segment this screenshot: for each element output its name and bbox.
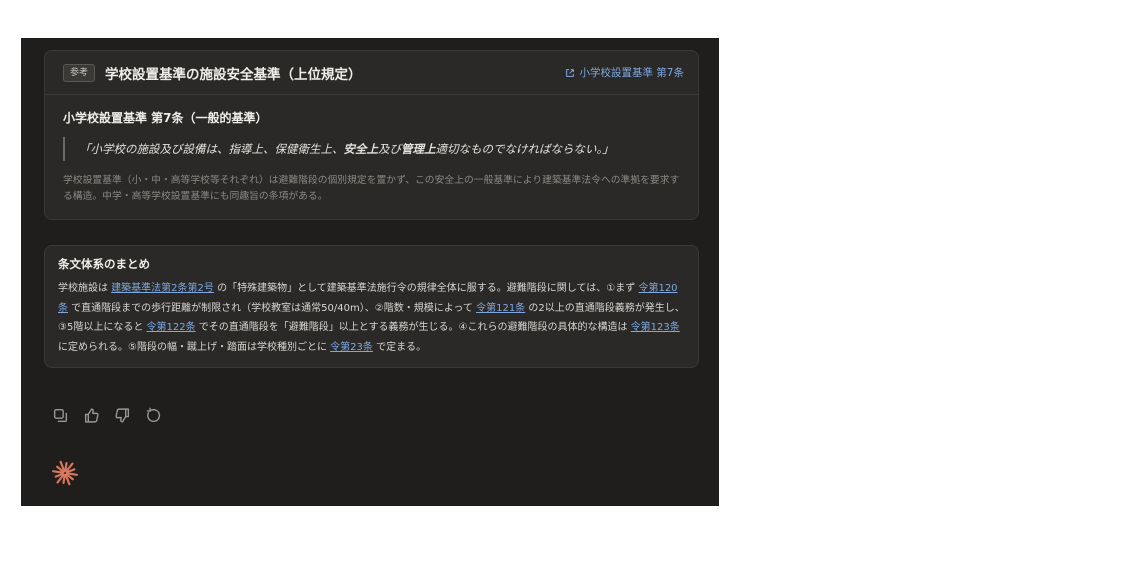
reference-note: 学校設置基準（小・中・高等学校等それぞれ）は避難階段の個別規定を置かず、この安全… bbox=[63, 175, 680, 202]
quote-emphasis-management: 管理上 bbox=[401, 142, 436, 156]
reference-card: 参考 学校設置基準の施設安全基準（上位規定） 小学校設置基準 第7条 小学校設置… bbox=[44, 50, 699, 220]
summary-text: で直通階段までの歩行距離が制限され（学校教室は通常50/40m）、②階数・規模に… bbox=[68, 302, 477, 314]
copy-button[interactable] bbox=[52, 407, 69, 424]
link-order-23[interactable]: 令第23条 bbox=[330, 342, 373, 353]
link-order-123[interactable]: 令第123条 bbox=[631, 322, 680, 333]
reference-link-label: 小学校設置基準 第7条 bbox=[579, 67, 684, 79]
thumbs-up-icon bbox=[84, 408, 99, 423]
reference-card-body: 小学校設置基準 第7条（一般的基準） 「小学校の施設及び設備は、指導上、保健衛生… bbox=[45, 95, 698, 205]
summary-title: 条文体系のまとめ bbox=[58, 257, 150, 271]
retry-button[interactable] bbox=[145, 407, 162, 424]
summary-text: でその直通階段を「避難階段」以上とする義務が生じる。④これらの避難階段の具体的な… bbox=[195, 322, 631, 333]
reference-badge: 参考 bbox=[63, 63, 96, 82]
quote-emphasis-safety: 安全上 bbox=[343, 142, 379, 156]
article-quote: 「小学校の施設及び設備は、指導上、保健衛生上、安全上及び管理上適切なものでなけれ… bbox=[63, 137, 680, 161]
link-building-standards-act-2-2[interactable]: 建築基準法第2条第2号 bbox=[111, 283, 214, 294]
link-order-122[interactable]: 令第122条 bbox=[147, 322, 196, 333]
retry-icon bbox=[146, 407, 161, 423]
thumbs-down-icon bbox=[115, 408, 130, 423]
link-order-121[interactable]: 令第121条 bbox=[476, 303, 525, 314]
summary-text: で定まる。 bbox=[372, 341, 427, 353]
quote-text: 及び bbox=[378, 142, 401, 156]
summary-card: 条文体系のまとめ 学校施設は 建築基準法第2条第2号 の「特殊建築物」として建築… bbox=[44, 245, 699, 368]
copy-icon bbox=[53, 408, 68, 423]
claude-spark-icon bbox=[52, 460, 78, 486]
message-actions bbox=[52, 407, 162, 424]
article-title: 小学校設置基準 第7条（一般的基準） bbox=[63, 111, 268, 125]
external-link-icon bbox=[566, 68, 575, 77]
summary-text: に定められる。⑤階段の幅・蹴上げ・踏面は学校種別ごとに bbox=[58, 341, 331, 353]
reference-card-header: 参考 学校設置基準の施設安全基準（上位規定） 小学校設置基準 第7条 bbox=[45, 51, 698, 95]
reference-link[interactable]: 小学校設置基準 第7条 bbox=[565, 65, 684, 80]
thumbs-up-button[interactable] bbox=[83, 407, 100, 424]
summary-body: 学校施設は 建築基準法第2条第2号 の「特殊建築物」として建築基準法施行令の規律… bbox=[58, 279, 685, 357]
thumbs-down-button[interactable] bbox=[114, 407, 131, 424]
summary-text: の「特殊建築物」として建築基準法施行令の規律全体に服する。避難階段に関しては、①… bbox=[213, 283, 639, 294]
chat-panel: 参考 学校設置基準の施設安全基準（上位規定） 小学校設置基準 第7条 小学校設置… bbox=[21, 38, 719, 506]
quote-text: 「小学校の施設及び設備は、指導上、保健衛生上、 bbox=[79, 142, 344, 156]
summary-text: 学校施設は bbox=[58, 283, 112, 294]
reference-title: 学校設置基準の施設安全基準（上位規定） bbox=[105, 66, 362, 83]
quote-text: 適切なものでなければならない。」 bbox=[435, 142, 614, 156]
